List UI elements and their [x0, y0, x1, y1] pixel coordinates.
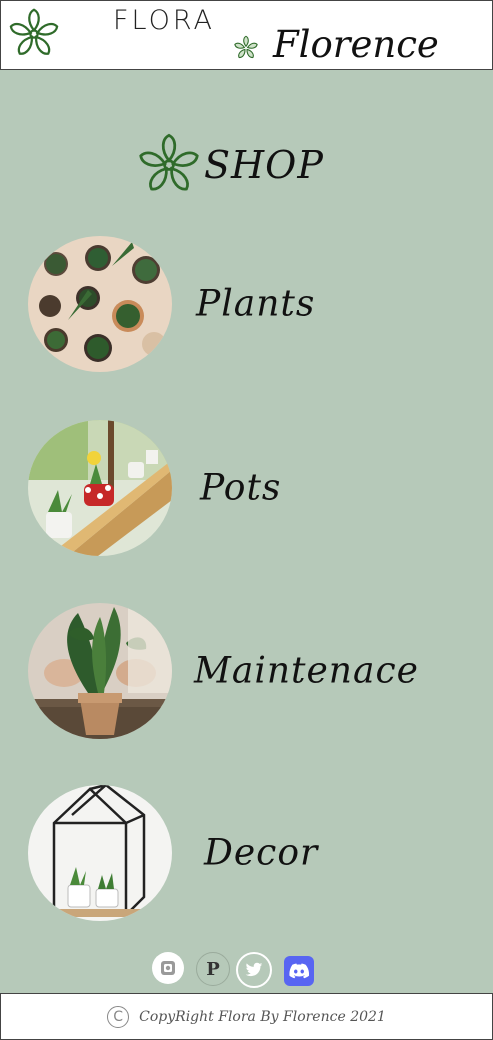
copyright-icon: C — [107, 1005, 130, 1028]
social-links: P — [0, 952, 493, 988]
category-label-pots[interactable]: Pots — [200, 468, 281, 509]
site-header: FLORA Florence — [0, 0, 493, 70]
category-decor[interactable]: Decor — [28, 785, 468, 921]
maintenance-image[interactable] — [28, 603, 172, 739]
flower-logo-icon[interactable] — [7, 7, 61, 61]
site-footer: C CopyRight Flora By Florence 2021 — [0, 993, 493, 1040]
twitter-icon[interactable] — [236, 952, 272, 988]
discord-icon[interactable] — [284, 956, 314, 986]
category-plants[interactable]: Plants — [28, 236, 468, 372]
pinterest-icon[interactable]: P — [196, 952, 230, 986]
pots-image[interactable] — [28, 420, 172, 556]
page: FLORA Florence SHOP Plants Pots Maintena… — [0, 0, 493, 1040]
plants-image[interactable] — [28, 236, 172, 372]
shop-title: SHOP — [204, 143, 324, 187]
category-label-decor[interactable]: Decor — [204, 833, 318, 874]
shop-heading: SHOP — [136, 132, 324, 198]
instagram-icon[interactable] — [152, 952, 184, 984]
decor-image[interactable] — [28, 785, 172, 921]
brand-main-text[interactable]: Florence — [273, 23, 439, 66]
flower-icon — [139, 133, 199, 191]
small-flower-icon — [234, 35, 258, 59]
copyright-text: CopyRight Flora By Florence 2021 — [139, 1008, 386, 1025]
category-label-maintenace[interactable]: Maintenace — [194, 651, 419, 692]
category-pots[interactable]: Pots — [28, 420, 468, 556]
brand-top-text: FLORA — [113, 5, 215, 36]
category-maintenace[interactable]: Maintenace — [28, 603, 468, 739]
category-label-plants[interactable]: Plants — [196, 284, 315, 325]
